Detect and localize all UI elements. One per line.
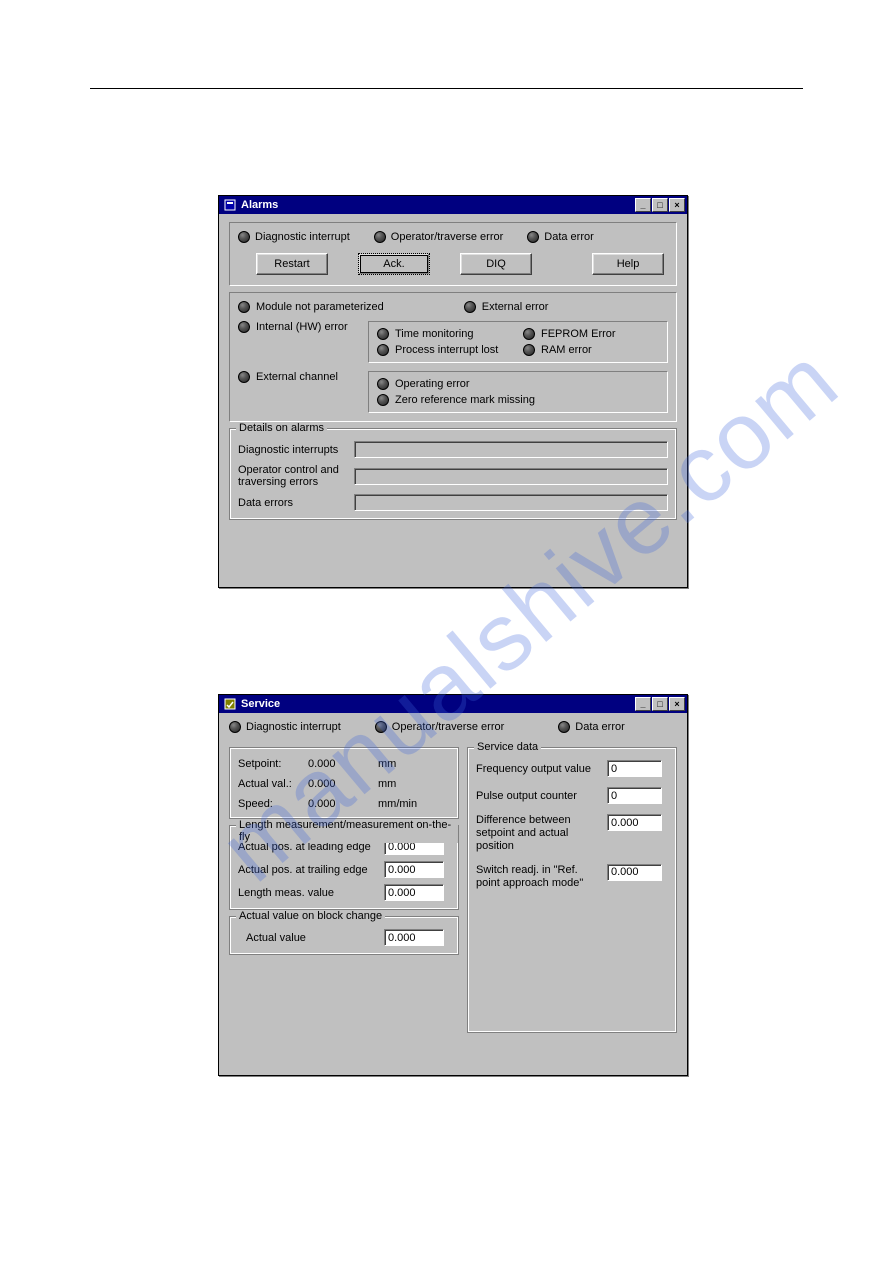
service-data-title: Service data	[474, 741, 541, 753]
field-op-ctrl	[354, 468, 668, 485]
value-actual-val: 0.000	[308, 778, 378, 790]
alarms-top-section: Diagnostic interrupt Operator/traverse e…	[229, 222, 677, 286]
minimize-button[interactable]: _	[635, 198, 651, 212]
led-zero-ref	[377, 394, 389, 406]
label-diagnostic-interrupt: Diagnostic interrupt	[255, 231, 350, 243]
label-data-err: Data errors	[238, 497, 348, 509]
svc-label-diagnostic-interrupt: Diagnostic interrupt	[246, 721, 341, 733]
channel-error-panel: Operating error Zero reference mark miss…	[368, 371, 668, 413]
label-ram-error: RAM error	[541, 344, 592, 356]
led-time-monitoring	[377, 328, 389, 340]
values-group: Setpoint: 0.000 mm Actual val.: 0.000 mm…	[229, 747, 459, 819]
label-trailing-edge: Actual pos. at trailing edge	[238, 864, 378, 876]
svc-led-data-error	[558, 721, 570, 733]
length-group-title: Length measurement/measurement on-the-fl…	[236, 819, 458, 843]
field-pulse-counter[interactable]: 0	[607, 787, 662, 804]
svc-label-data-error: Data error	[575, 721, 625, 733]
field-diag-interrupts	[354, 441, 668, 458]
field-freq-output[interactable]: 0	[607, 760, 662, 777]
unit-speed: mm/min	[378, 798, 428, 810]
unit-actual-val: mm	[378, 778, 428, 790]
block-change-group: Actual value on block change Actual valu…	[229, 916, 459, 955]
svc-led-diagnostic-interrupt	[229, 721, 241, 733]
led-external-error	[464, 301, 476, 313]
led-diagnostic-interrupt	[238, 231, 250, 243]
ack-button[interactable]: Ack.	[358, 253, 430, 275]
label-pulse-counter: Pulse output counter	[476, 790, 601, 802]
field-block-actual[interactable]: 0.000	[384, 929, 444, 946]
led-module-not-param	[238, 301, 250, 313]
field-trailing-edge[interactable]: 0.000	[384, 861, 444, 878]
maximize-button[interactable]: □	[652, 697, 668, 711]
field-data-err	[354, 494, 668, 511]
minimize-button[interactable]: _	[635, 697, 651, 711]
label-data-error: Data error	[544, 231, 594, 243]
restart-button[interactable]: Restart	[256, 253, 328, 275]
label-length-meas: Length meas. value	[238, 887, 378, 899]
maximize-button[interactable]: □	[652, 198, 668, 212]
label-time-monitoring: Time monitoring	[395, 328, 473, 340]
field-diff-setpoint[interactable]: 0.000	[607, 814, 662, 831]
details-title: Details on alarms	[236, 422, 327, 434]
label-external-channel: External channel	[256, 371, 338, 383]
service-window-icon	[223, 697, 237, 711]
label-zero-ref: Zero reference mark missing	[395, 394, 535, 406]
diq-button[interactable]: DIQ	[460, 253, 532, 275]
details-on-alarms-group: Details on alarms Diagnostic interrupts …	[229, 428, 677, 520]
label-speed: Speed:	[238, 798, 308, 810]
unit-setpoint: mm	[378, 758, 428, 770]
led-feprom	[523, 328, 535, 340]
service-data-group: Service data Frequency output value0 Pul…	[467, 747, 677, 1033]
label-switch-readj: Switch readj. in "Ref. point approach mo…	[476, 864, 601, 890]
label-external-error: External error	[482, 301, 549, 313]
label-actual-val: Actual val.:	[238, 778, 308, 790]
close-button[interactable]: ×	[669, 198, 685, 212]
label-setpoint: Setpoint:	[238, 758, 308, 770]
label-freq-output: Frequency output value	[476, 763, 601, 775]
label-op-ctrl: Operator control and traversing errors	[238, 464, 348, 488]
led-operating-error	[377, 378, 389, 390]
hw-error-panel: Time monitoring FEPROM Error Process int…	[368, 321, 668, 363]
length-measurement-group: Length measurement/measurement on-the-fl…	[229, 825, 459, 910]
led-external-channel	[238, 371, 250, 383]
label-process-int-lost: Process interrupt lost	[395, 344, 498, 356]
led-operator-traverse	[374, 231, 386, 243]
label-block-actual: Actual value	[238, 932, 378, 944]
service-dialog: Service _ □ × Diagnostic interrupt Opera…	[218, 694, 688, 1076]
alarms-window-icon	[223, 198, 237, 212]
service-titlebar: Service _ □ ×	[219, 695, 687, 713]
led-internal-hw	[238, 321, 250, 333]
page-header-rule	[90, 88, 803, 89]
led-ram-error	[523, 344, 535, 356]
led-data-error	[527, 231, 539, 243]
value-speed: 0.000	[308, 798, 378, 810]
svc-led-operator-traverse	[375, 721, 387, 733]
value-setpoint: 0.000	[308, 758, 378, 770]
label-module-not-param: Module not parameterized	[256, 301, 384, 313]
service-title-text: Service	[241, 698, 635, 710]
field-switch-readj[interactable]: 0.000	[607, 864, 662, 881]
label-operator-traverse: Operator/traverse error	[391, 231, 503, 243]
svc-label-operator-traverse: Operator/traverse error	[392, 721, 504, 733]
label-internal-hw: Internal (HW) error	[256, 321, 348, 333]
label-feprom: FEPROM Error	[541, 328, 616, 340]
close-button[interactable]: ×	[669, 697, 685, 711]
alarms-status-section: Module not parameterized External error …	[229, 292, 677, 422]
alarms-dialog: Alarms _ □ × Diagnostic interrupt Operat…	[218, 195, 688, 588]
help-button[interactable]: Help	[592, 253, 664, 275]
label-diag-interrupts: Diagnostic interrupts	[238, 444, 348, 456]
alarms-titlebar: Alarms _ □ ×	[219, 196, 687, 214]
field-length-meas[interactable]: 0.000	[384, 884, 444, 901]
block-group-title: Actual value on block change	[236, 910, 385, 922]
alarms-title-text: Alarms	[241, 199, 635, 211]
label-operating-error: Operating error	[395, 378, 470, 390]
label-diff-setpoint: Difference between setpoint and actual p…	[476, 814, 601, 854]
led-process-int-lost	[377, 344, 389, 356]
